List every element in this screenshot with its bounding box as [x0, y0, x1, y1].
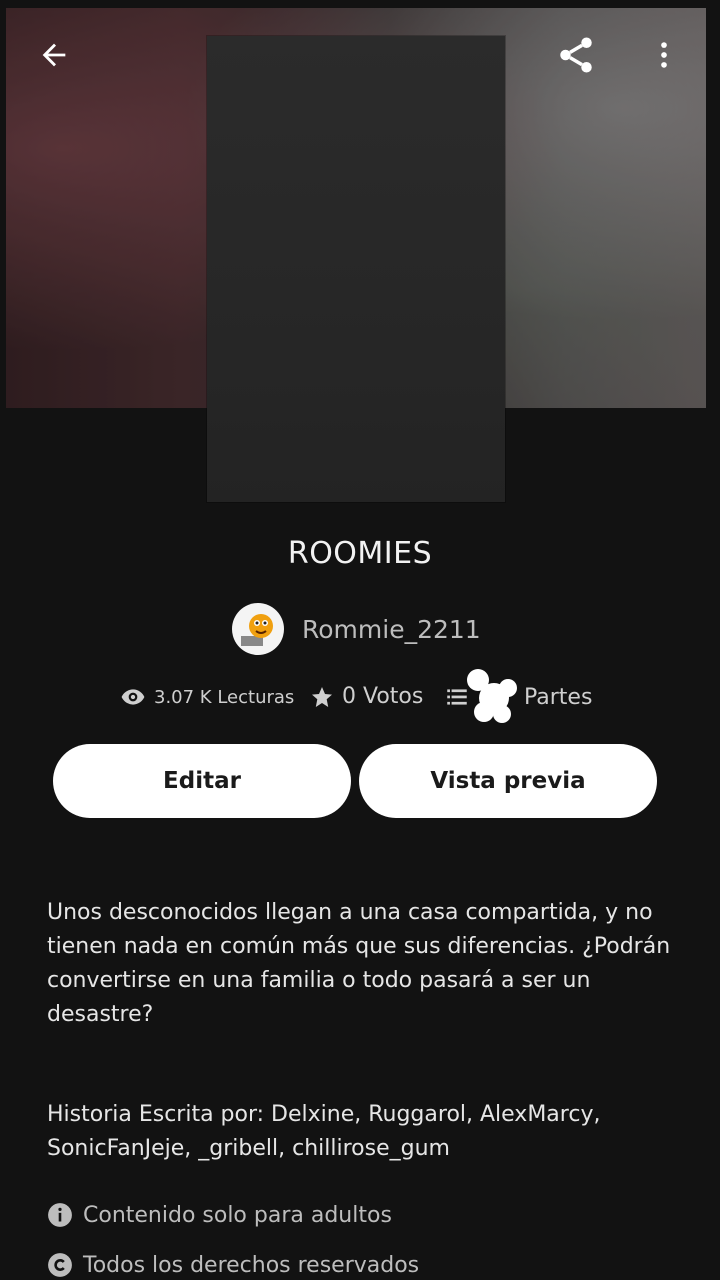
more-vert-icon: [661, 42, 667, 68]
preview-button[interactable]: Vista previa: [359, 744, 657, 818]
author-link[interactable]: Rommie_2211: [232, 602, 481, 656]
reads-stat: 3.07 K Lecturas: [120, 684, 294, 710]
edit-button[interactable]: Editar: [53, 744, 351, 818]
story-title: ROOMIES: [287, 536, 433, 571]
copyright-label: Todos los derechos reservados: [83, 1252, 420, 1278]
parts-label: Partes: [524, 684, 593, 710]
story-stats: 3.07 K Lecturas 0 Votos Partes: [0, 684, 720, 724]
copyright-notice: Todos los derechos reservados: [47, 1252, 419, 1278]
reads-count: 3.07 K Lecturas: [154, 686, 295, 708]
copyright-icon: [48, 1253, 72, 1277]
info-icon: [48, 1203, 72, 1227]
arrow-left-icon: [42, 43, 66, 67]
votes-count: 0 Votos: [342, 684, 424, 709]
eye-icon: [121, 689, 145, 705]
votes-stat: 0 Votos: [310, 684, 423, 709]
author-name: Rommie_2211: [302, 614, 481, 644]
story-cover[interactable]: [207, 36, 505, 502]
share-button[interactable]: [548, 27, 604, 83]
share-icon: [560, 37, 592, 73]
star-icon: [312, 686, 332, 707]
mature-content-label: Contenido solo para adultos: [83, 1202, 392, 1228]
story-credits: Historia Escrita por: Delxine, Ruggarol,…: [47, 1102, 601, 1161]
back-button[interactable]: [26, 27, 82, 83]
avatar-mascot-icon: [241, 614, 273, 646]
mature-content-notice: Contenido solo para adultos: [47, 1202, 392, 1228]
redaction-mark: [466, 668, 522, 732]
avatar: [232, 603, 284, 655]
story-description: Unos desconocidos llegan a una casa comp…: [47, 900, 671, 1027]
more-options-button[interactable]: [636, 27, 692, 83]
